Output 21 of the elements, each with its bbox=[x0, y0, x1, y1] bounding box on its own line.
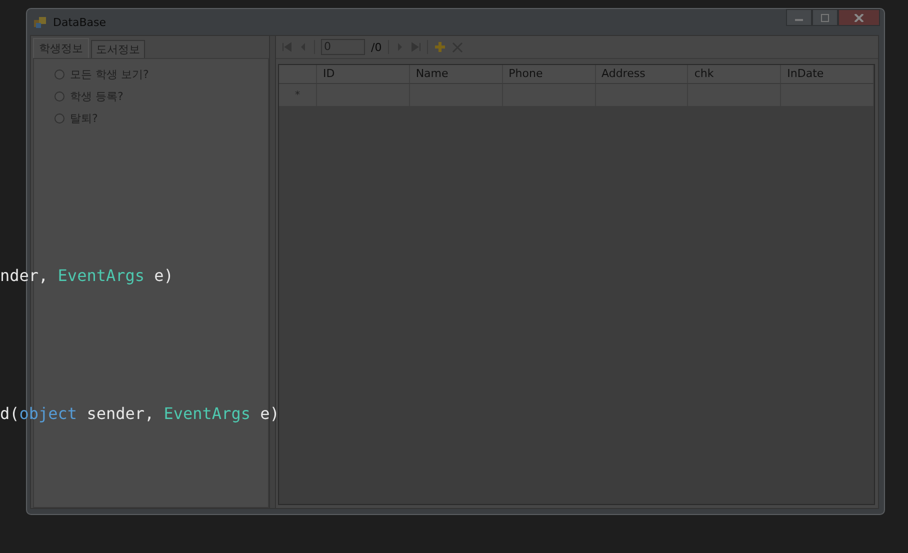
add-icon[interactable] bbox=[434, 41, 446, 53]
app-icon bbox=[33, 15, 47, 29]
maximize-button[interactable] bbox=[812, 9, 838, 26]
column-header: Name bbox=[410, 65, 503, 83]
new-row[interactable]: * bbox=[279, 84, 874, 106]
column-header: chk bbox=[688, 65, 782, 83]
column-header: Phone bbox=[502, 65, 596, 83]
column-header: Address bbox=[596, 65, 688, 83]
column-header: ID bbox=[317, 65, 410, 83]
close-button[interactable] bbox=[838, 9, 880, 26]
close-icon bbox=[854, 14, 864, 22]
column-header: InDate bbox=[781, 65, 874, 83]
code-line: d(object sender, EventArgs e) bbox=[0, 404, 280, 424]
window-title: DataBase bbox=[53, 16, 106, 28]
minimize-button[interactable] bbox=[786, 9, 812, 26]
radio-button[interactable] bbox=[54, 91, 65, 102]
record-count: /0 bbox=[371, 40, 382, 54]
code-line: nder, EventArgs e) bbox=[0, 266, 174, 286]
radio-button[interactable] bbox=[54, 69, 65, 80]
radio-button[interactable] bbox=[54, 113, 65, 124]
maximize-icon bbox=[820, 14, 830, 22]
